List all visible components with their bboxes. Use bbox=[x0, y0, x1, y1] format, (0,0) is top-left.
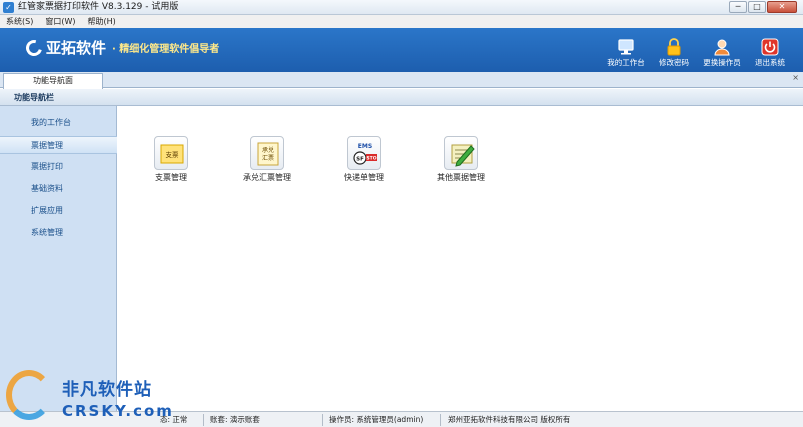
site-watermark: 非凡软件站 CRSKY.com bbox=[0, 366, 172, 427]
menu-help[interactable]: 帮助(H) bbox=[87, 15, 115, 28]
switch-operator-label: 更换操作员 bbox=[703, 58, 741, 67]
menu-bar: 系统(S) 窗口(W) 帮助(H) bbox=[0, 15, 803, 28]
header-banner: 亚拓软件 · 精细化管理软件倡导者 我的工作台 修改密码 更换操作员 退出系统 bbox=[0, 28, 803, 72]
watermark-line2: CRSKY.com bbox=[62, 402, 174, 420]
sidebar-item-basic-data[interactable]: 基础资料 bbox=[0, 180, 117, 198]
tile-check-management-label: 支票管理 bbox=[155, 173, 187, 182]
main-content: 支票 支票管理 承兑 汇票 承兑汇票管理 EMS SF STO 快递单管理 其他… bbox=[118, 106, 803, 411]
tile-other-ticket-label: 其他票据管理 bbox=[437, 173, 485, 182]
window-titlebar: ✓ 红管家票据打印软件 V8.3.129 - 试用版 ─ □ ✕ bbox=[0, 0, 803, 15]
watermark-line1: 非凡软件站 bbox=[62, 380, 152, 400]
sidebar-item-my-workbench[interactable]: 我的工作台 bbox=[0, 114, 117, 132]
window-controls: ─ □ ✕ bbox=[728, 1, 797, 14]
nav-panel-title: 功能导航栏 bbox=[14, 93, 54, 102]
tab-close-icon[interactable]: × bbox=[792, 73, 799, 82]
sidebar-item-ticket-management[interactable]: 票据管理 bbox=[0, 136, 117, 154]
tile-other-ticket-management[interactable]: 其他票据管理 bbox=[421, 136, 501, 186]
menu-window[interactable]: 窗口(W) bbox=[45, 15, 75, 28]
edit-icon bbox=[444, 136, 478, 170]
power-icon bbox=[761, 38, 779, 56]
sidebar-item-extensions[interactable]: 扩展应用 bbox=[0, 202, 117, 220]
my-workbench-button[interactable]: 我的工作台 bbox=[604, 38, 648, 70]
express-icon: EMS SF STO bbox=[347, 136, 381, 170]
maximize-button[interactable]: □ bbox=[748, 1, 766, 13]
tile-express-waybill-label: 快递单管理 bbox=[344, 173, 384, 182]
tile-express-waybill-management[interactable]: EMS SF STO 快递单管理 bbox=[324, 136, 404, 186]
status-company: 郑州亚拓软件科技有限公司 版权所有 bbox=[448, 415, 571, 424]
status-separator bbox=[322, 414, 323, 426]
tile-acceptance-draft-label: 承兑汇票管理 bbox=[243, 173, 291, 182]
brand-logo-icon bbox=[23, 37, 45, 59]
exit-system-label: 退出系统 bbox=[755, 58, 785, 67]
svg-text:EMS: EMS bbox=[358, 143, 372, 150]
app-icon: ✓ bbox=[3, 2, 14, 13]
status-operator: 操作员: 系统管理员(admin) bbox=[329, 415, 424, 424]
draft-icon: 承兑 汇票 bbox=[250, 136, 284, 170]
brand-slogan: · 精细化管理软件倡导者 bbox=[112, 44, 220, 55]
sidebar-item-ticket-printing[interactable]: 票据打印 bbox=[0, 158, 117, 176]
watermark-logo-icon bbox=[6, 370, 52, 420]
switch-operator-button[interactable]: 更换操作员 bbox=[700, 38, 744, 70]
exit-system-button[interactable]: 退出系统 bbox=[748, 38, 792, 70]
check-icon: 支票 bbox=[154, 136, 188, 170]
svg-text:STO: STO bbox=[366, 156, 376, 162]
user-icon bbox=[714, 39, 730, 56]
tab-strip: 功能导航面 × bbox=[0, 72, 803, 89]
status-separator bbox=[440, 414, 441, 426]
minimize-button[interactable]: ─ bbox=[729, 1, 747, 13]
svg-text:汇票: 汇票 bbox=[262, 154, 274, 162]
tile-acceptance-draft-management[interactable]: 承兑 汇票 承兑汇票管理 bbox=[227, 136, 307, 186]
sidebar-item-system-management[interactable]: 系统管理 bbox=[0, 224, 117, 242]
window-title: 红管家票据打印软件 V8.3.129 - 试用版 bbox=[18, 2, 179, 12]
svg-text:支票: 支票 bbox=[166, 150, 180, 159]
lock-icon bbox=[667, 38, 681, 56]
status-account: 账套: 演示账套 bbox=[210, 415, 260, 424]
svg-text:承兑: 承兑 bbox=[262, 146, 274, 154]
svg-text:SF: SF bbox=[356, 157, 364, 163]
tab-function-navigation[interactable]: 功能导航面 bbox=[3, 73, 103, 89]
brand-name: 亚拓软件 bbox=[46, 39, 107, 57]
change-password-button[interactable]: 修改密码 bbox=[652, 38, 696, 70]
nav-panel-header: 功能导航栏 bbox=[0, 89, 803, 106]
monitor-icon bbox=[618, 39, 634, 55]
status-separator bbox=[203, 414, 204, 426]
menu-system[interactable]: 系统(S) bbox=[6, 15, 33, 28]
close-button[interactable]: ✕ bbox=[767, 1, 797, 13]
my-workbench-label: 我的工作台 bbox=[607, 58, 645, 67]
tile-check-management[interactable]: 支票 支票管理 bbox=[131, 136, 211, 186]
change-password-label: 修改密码 bbox=[659, 58, 689, 67]
